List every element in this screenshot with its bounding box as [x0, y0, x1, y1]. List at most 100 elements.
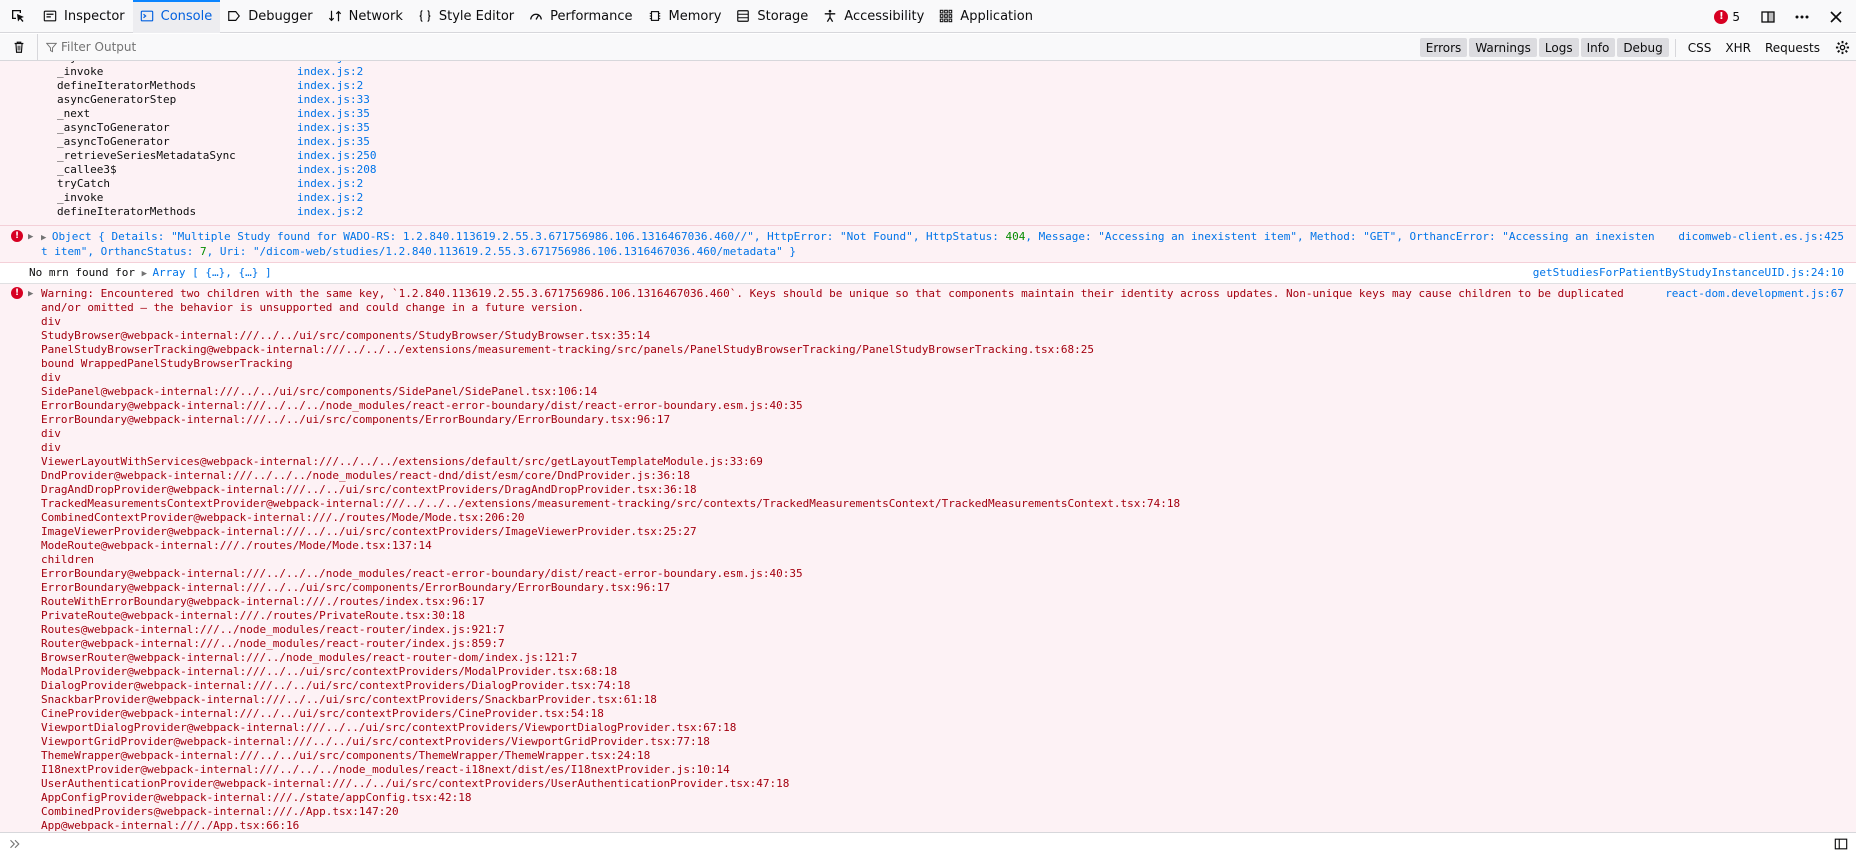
tab-network[interactable]: Network	[321, 0, 411, 33]
filter-info-button[interactable]: Info	[1580, 38, 1616, 57]
console-input[interactable]	[30, 837, 1826, 850]
dock-side-button[interactable]	[1754, 3, 1782, 31]
stack-frame-function: _asyncToGenerator	[57, 135, 170, 148]
stack-frame-location[interactable]: index.js:2	[297, 177, 363, 191]
tab-debugger[interactable]: Debugger	[220, 0, 320, 33]
stack-frame: _asyncToGenerator index.js:35	[0, 135, 1856, 149]
object-key: , Method:	[1296, 230, 1364, 243]
component-stack-line: Router@webpack-internal:///../node_modul…	[41, 637, 505, 650]
error-count: 5	[1732, 9, 1740, 24]
component-stack-line: ErrorBoundary@webpack-internal:///../../…	[41, 413, 671, 426]
filter-icon	[46, 42, 57, 52]
clear-console-button[interactable]	[0, 33, 38, 61]
component-stack: div StudyBrowser@webpack-internal:///../.…	[0, 315, 1856, 832]
object-message-body[interactable]: ▶ Object { Details: "Multiple Study foun…	[0, 230, 1856, 259]
filter-requests-button[interactable]: Requests	[1759, 38, 1826, 57]
more-options-button[interactable]	[1788, 3, 1816, 31]
stack-frame-function: _invoke	[57, 65, 104, 78]
memory-icon	[647, 8, 663, 24]
component-stack-line: ThemeWrapper@webpack-internal:///../../u…	[41, 749, 651, 762]
object-toggle-icon: ▶	[41, 233, 52, 243]
filter-logs-button[interactable]: Logs	[1538, 38, 1579, 57]
error-message-stack: tryCatchindex.js:2_invokeindex.js:2defin…	[0, 61, 1856, 226]
stack-frame-location[interactable]: index.js:208	[297, 163, 376, 177]
tab-console[interactable]: Console	[132, 0, 221, 33]
message-source-link[interactable]: dicomweb-client.es.js:425	[1678, 230, 1844, 244]
tab-storage[interactable]: Storage	[729, 0, 816, 33]
component-stack-line: div	[41, 441, 61, 454]
component-stack-line: div	[41, 371, 61, 384]
tab-inspector[interactable]: Inspector	[36, 0, 133, 33]
stack-frame-location[interactable]: index.js:35	[297, 135, 370, 149]
component-stack-line: DialogProvider@webpack-internal:///../..…	[41, 679, 631, 692]
object-http-status: 404	[1005, 230, 1026, 243]
stack-frame-location[interactable]: index.js:2	[297, 65, 363, 79]
dock-icon	[1761, 10, 1775, 23]
gear-icon	[1835, 40, 1849, 55]
object-key: , Uri:	[206, 245, 253, 258]
accessibility-icon	[822, 8, 838, 24]
message-source-link[interactable]: getStudiesForPatientByStudyInstanceUID.j…	[1533, 266, 1844, 280]
stack-trace: tryCatchindex.js:2_invokeindex.js:2defin…	[0, 61, 1856, 219]
component-stack-line: SnackbarProvider@webpack-internal:///../…	[41, 693, 657, 706]
component-stack-line: bound WrappedPanelStudyBrowserTracking	[41, 357, 293, 370]
stack-frame: defineIteratorMethods index.js:2	[0, 79, 1856, 93]
log-array[interactable]: Array [ {…}, {…} ]	[152, 266, 271, 279]
stack-frame-location[interactable]: index.js:2	[297, 205, 363, 219]
close-icon	[1830, 10, 1842, 23]
tab-label: Inspector	[64, 8, 125, 24]
stack-frame-function: _retrieveSeriesMetadataSync	[57, 149, 236, 162]
object-key: , HttpError:	[753, 230, 840, 243]
trash-icon	[14, 41, 23, 53]
tab-style-editor[interactable]: Style Editor	[411, 0, 522, 33]
error-message-warning: ! ▶ Warning: Encountered two children wi…	[0, 284, 1856, 832]
editor-mode-button[interactable]	[1826, 837, 1856, 851]
component-stack-line: Routes@webpack-internal:///../node_modul…	[41, 623, 505, 636]
style-editor-icon	[417, 8, 433, 24]
stack-frame-function: _callee3$	[57, 163, 117, 176]
filter-separator	[1674, 38, 1676, 57]
close-devtools-button[interactable]	[1822, 3, 1850, 31]
stack-frame: tryCatch index.js:2	[0, 177, 1856, 191]
error-icon: !	[11, 287, 23, 299]
error-count-badge[interactable]: ! 5	[1714, 9, 1740, 24]
tab-label: Debugger	[248, 8, 313, 24]
stack-frame: _asyncToGenerator index.js:35	[0, 121, 1856, 135]
tab-accessibility[interactable]: Accessibility	[816, 0, 932, 33]
network-icon	[327, 8, 343, 24]
type-filters: CSS XHR Requests	[1682, 38, 1828, 57]
stack-frame: _next index.js:35	[0, 107, 1856, 121]
element-picker-button[interactable]	[0, 0, 36, 33]
expand-twisty-icon[interactable]: ▶	[28, 287, 33, 301]
object-method: "GET"	[1363, 230, 1397, 243]
stack-frame-location[interactable]: index.js:35	[297, 107, 370, 121]
error-icon: !	[11, 230, 23, 242]
component-stack-line: I18nextProvider@webpack-internal:///../.…	[41, 763, 730, 776]
filter-xhr-button[interactable]: XHR	[1719, 38, 1757, 57]
component-stack-line: CombinedContextProvider@webpack-internal…	[41, 511, 525, 524]
tab-memory[interactable]: Memory	[641, 0, 730, 33]
filter-output-input[interactable]	[61, 40, 1061, 54]
filter-debug-button[interactable]: Debug	[1617, 38, 1669, 57]
stack-frame-location[interactable]: index.js:35	[297, 121, 370, 135]
stack-frame-location[interactable]: index.js:2	[297, 191, 363, 205]
console-settings-button[interactable]	[1828, 40, 1856, 55]
filter-css-button[interactable]: CSS	[1682, 38, 1718, 57]
expand-twisty-icon[interactable]: ▶	[28, 230, 33, 244]
tab-application[interactable]: Application	[932, 0, 1041, 33]
component-stack-line: ViewportDialogProvider@webpack-internal:…	[41, 721, 737, 734]
stack-frame-location[interactable]: index.js:2	[297, 79, 363, 93]
split-console-icon	[1834, 838, 1848, 849]
component-stack-line: BrowserRouter@webpack-internal:///../nod…	[41, 651, 578, 664]
level-filters: Errors Warnings Logs Info Debug	[1419, 38, 1671, 57]
array-toggle-icon[interactable]: ▶	[142, 269, 153, 279]
object-orthanc-status: 7	[199, 245, 207, 258]
filter-warnings-button[interactable]: Warnings	[1469, 38, 1537, 57]
tab-label: Application	[960, 8, 1033, 24]
filter-errors-button[interactable]: Errors	[1419, 38, 1468, 57]
tab-performance[interactable]: Performance	[522, 0, 640, 33]
stack-frame-location[interactable]: index.js:250	[297, 149, 376, 163]
stack-frame-location[interactable]: index.js:33	[297, 93, 370, 107]
message-source-link[interactable]: react-dom.development.js:67	[1665, 287, 1844, 301]
tab-label: Console	[160, 8, 213, 24]
